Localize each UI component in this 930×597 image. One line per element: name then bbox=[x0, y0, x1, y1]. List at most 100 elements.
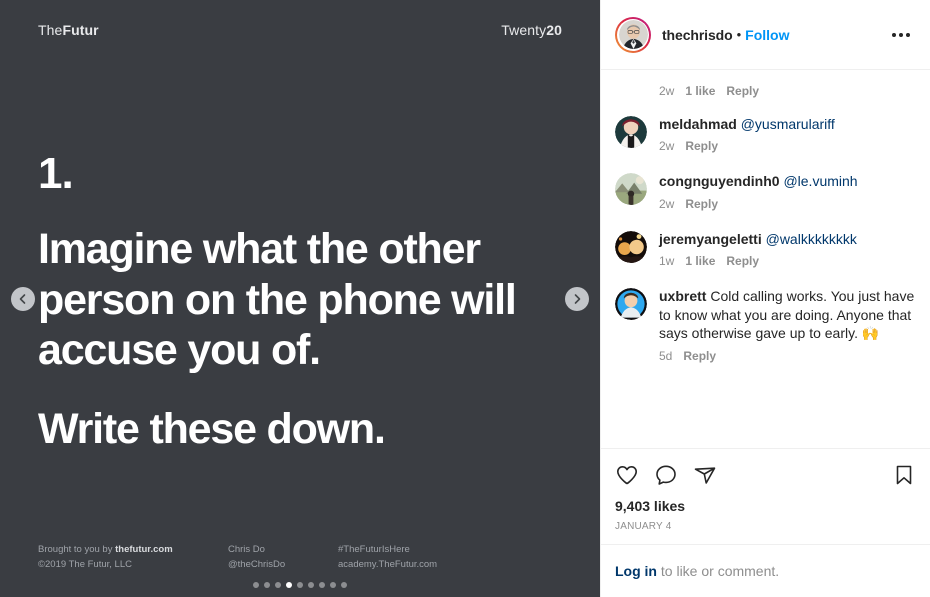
carousel-dot-1[interactable] bbox=[253, 582, 259, 588]
brand-right-bold: 20 bbox=[546, 22, 562, 38]
comment-mention[interactable]: @walkkkkkkkk bbox=[766, 231, 857, 247]
comment-like-count[interactable]: 1 like bbox=[685, 254, 715, 268]
avatar bbox=[618, 20, 648, 49]
profile-avatar-ring[interactable] bbox=[615, 16, 651, 53]
comment-reply-button[interactable]: Reply bbox=[726, 254, 759, 268]
save-button[interactable] bbox=[892, 463, 916, 487]
comment-item: jeremyangeletti @walkkkkkkkk 1w 1 like Repl… bbox=[615, 230, 916, 284]
partial-comment-meta: 2w 1 like Reply bbox=[659, 84, 916, 98]
comment-author[interactable]: uxbrett bbox=[659, 288, 706, 304]
post-sidebar: thechrisdo • Follow 2w 1 like Reply meld… bbox=[600, 0, 930, 597]
post-author-block: thechrisdo • Follow bbox=[662, 27, 789, 43]
comment-body: jeremyangeletti @walkkkkkkkk 1w 1 like Repl… bbox=[659, 230, 916, 284]
partial-comment-likes[interactable]: 1 like bbox=[685, 84, 715, 98]
comment-avatar[interactable] bbox=[615, 173, 647, 206]
more-options-icon[interactable] bbox=[886, 27, 916, 43]
carousel-dot-9[interactable] bbox=[341, 582, 347, 588]
comment-meta: 5d Reply bbox=[659, 349, 916, 363]
avatar-inner bbox=[617, 18, 649, 51]
footer-column-author: Chris Do @theChrisDo bbox=[228, 542, 338, 573]
comment-mention[interactable]: @le.vuminh bbox=[783, 173, 857, 189]
comments-list[interactable]: 2w 1 like Reply meldahmad @yusmarulariff… bbox=[601, 70, 930, 448]
comment-button[interactable] bbox=[654, 463, 678, 487]
post-media-carousel[interactable]: TheFutur Twenty20 1. Imagine what the ot… bbox=[0, 0, 600, 597]
comment-author[interactable]: jeremyangeletti bbox=[659, 231, 762, 247]
post-date: JANUARY 4 bbox=[615, 521, 672, 532]
footer-brought-prefix: Brought to you by bbox=[38, 543, 116, 555]
brand-left-bold: Futur bbox=[62, 22, 99, 38]
comment-time: 2w bbox=[659, 196, 675, 211]
slide-subline: Write these down. bbox=[38, 405, 386, 454]
comment-reply-button[interactable]: Reply bbox=[683, 349, 716, 363]
instagram-post-page: TheFutur Twenty20 1. Imagine what the ot… bbox=[0, 0, 930, 597]
footer-brought-domain: thefutur.com bbox=[115, 543, 173, 555]
carousel-dot-7[interactable] bbox=[319, 582, 325, 588]
comment-reply-button[interactable]: Reply bbox=[685, 197, 718, 211]
comment-avatar-image bbox=[615, 230, 647, 263]
carousel-next-button[interactable] bbox=[565, 287, 589, 311]
comment-author[interactable]: congnguyendinh0 bbox=[659, 173, 780, 189]
login-link[interactable]: Log in bbox=[615, 563, 657, 579]
partial-comment-time: 2w bbox=[659, 84, 675, 98]
comment-item: meldahmad @yusmarulariff 2w Reply bbox=[615, 115, 916, 169]
comment-time: 5d bbox=[659, 348, 673, 363]
footer-author-name: Chris Do bbox=[228, 543, 265, 555]
footer-author-handle: @theChrisDo bbox=[228, 559, 286, 571]
footer-copyright: ©2019 The Futur, LLC bbox=[38, 559, 132, 571]
partial-comment-reply-button[interactable]: Reply bbox=[726, 84, 759, 98]
twenty20-logo: Twenty20 bbox=[501, 22, 562, 38]
bookmark-icon bbox=[896, 465, 912, 485]
post-author-username[interactable]: thechrisdo bbox=[662, 27, 733, 43]
comment-text: jeremyangeletti @walkkkkkkkk bbox=[659, 230, 916, 248]
comment-avatar[interactable] bbox=[615, 288, 647, 321]
comment-author[interactable]: meldahmad bbox=[659, 116, 737, 132]
brand-right-light: Twenty bbox=[501, 22, 547, 38]
chevron-left-icon bbox=[19, 294, 26, 304]
footer-column-links: #TheFuturIsHere academy.TheFutur.com bbox=[338, 542, 518, 573]
post-actions-section: 9,403 likes JANUARY 4 bbox=[601, 448, 930, 544]
like-count[interactable]: 9,403 likes bbox=[615, 498, 916, 514]
comment-item: uxbrett Cold calling works. You just hav… bbox=[615, 287, 916, 378]
comment-meta: 2w Reply bbox=[659, 197, 916, 211]
comment-text: congnguyendinh0 @le.vuminh bbox=[659, 172, 916, 190]
comment-text: uxbrett Cold calling works. You just hav… bbox=[659, 287, 916, 342]
comment-meta: 1w 1 like Reply bbox=[659, 254, 916, 268]
carousel-dot-5[interactable] bbox=[297, 582, 303, 588]
chevron-right-icon bbox=[574, 294, 581, 304]
slide-content: 1. Imagine what the other person on the … bbox=[38, 152, 556, 455]
comment-reply-button[interactable]: Reply bbox=[685, 139, 718, 153]
thefutur-logo: TheFutur bbox=[38, 22, 99, 38]
carousel-dot-8[interactable] bbox=[330, 582, 336, 588]
header-separator: • bbox=[736, 27, 742, 42]
footer-brought-by: Brought to you by thefutur.com bbox=[38, 542, 228, 558]
carousel-dot-2[interactable] bbox=[264, 582, 270, 588]
slide-headline: Imagine what the other person on the pho… bbox=[38, 225, 517, 375]
comment-meta: 2w Reply bbox=[659, 139, 916, 153]
brand-left-light: The bbox=[38, 22, 63, 38]
more-dot-1 bbox=[892, 32, 896, 37]
slide-footer: Brought to you by thefutur.com ©2019 The… bbox=[38, 542, 562, 573]
comment-text: meldahmad @yusmarulariff bbox=[659, 115, 916, 133]
comment-time: 1w bbox=[659, 254, 675, 269]
carousel-prev-button[interactable] bbox=[11, 287, 35, 311]
comment-body: meldahmad @yusmarulariff 2w Reply bbox=[659, 115, 916, 169]
carousel-dot-3[interactable] bbox=[275, 582, 281, 588]
share-paper-plane-icon bbox=[694, 467, 716, 484]
post-header: thechrisdo • Follow bbox=[601, 0, 930, 70]
comment-avatar[interactable] bbox=[615, 116, 647, 148]
comment-bubble-icon bbox=[656, 465, 676, 485]
carousel-dot-6[interactable] bbox=[308, 582, 314, 588]
follow-button[interactable]: Follow bbox=[745, 27, 789, 43]
comment-avatar[interactable] bbox=[615, 230, 647, 263]
footer-hashtag: #TheFuturIsHere bbox=[338, 543, 410, 555]
more-dot-3 bbox=[906, 32, 910, 37]
comment-time: 2w bbox=[659, 139, 675, 154]
carousel-dots[interactable] bbox=[0, 582, 600, 588]
share-button[interactable] bbox=[693, 463, 717, 487]
comment-mention[interactable]: @yusmarulariff bbox=[741, 116, 835, 132]
slide-branding: TheFutur Twenty20 bbox=[38, 22, 562, 38]
footer-academy-url: academy.TheFutur.com bbox=[338, 559, 438, 571]
carousel-dot-4[interactable] bbox=[286, 582, 292, 588]
login-prompt: Log in to like or comment. bbox=[601, 544, 930, 597]
like-button[interactable] bbox=[615, 463, 639, 487]
